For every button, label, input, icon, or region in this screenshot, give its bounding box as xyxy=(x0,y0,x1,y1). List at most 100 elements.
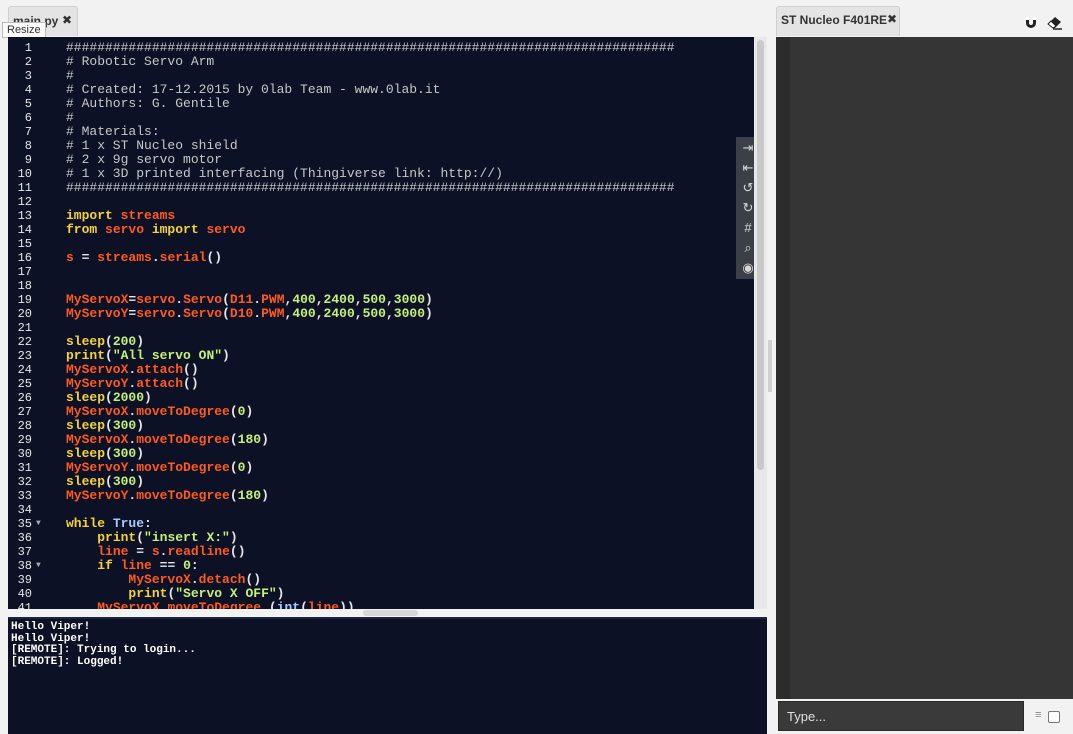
code-line[interactable]: 12 xyxy=(8,195,748,209)
code-line[interactable]: 27 MyServoX.moveToDegree(0) xyxy=(8,404,748,420)
line-number: 34 xyxy=(17,503,32,517)
scrollbar-thumb[interactable] xyxy=(363,610,418,616)
code-text: while True: xyxy=(66,517,152,531)
code-line[interactable]: 39 MyServoX.detach() xyxy=(8,572,748,588)
code-line[interactable]: 33 MyServoY.moveToDegree(180) xyxy=(8,488,748,504)
code-line[interactable]: 23 print("All servo ON") xyxy=(8,348,748,364)
code-line[interactable]: 29 MyServoX.moveToDegree(180) xyxy=(8,433,748,448)
serial-input[interactable] xyxy=(778,701,1024,731)
code-token: , xyxy=(354,292,363,307)
autoscroll-checkbox[interactable] xyxy=(1048,711,1060,723)
code-line[interactable]: 13 import streams xyxy=(8,208,748,224)
code-line[interactable]: 25 MyServoY.attach() xyxy=(8,376,748,392)
tab-device[interactable]: ST Nucleo F401RE ✖ xyxy=(776,6,900,36)
line-number: 19 xyxy=(17,293,32,307)
code-line[interactable]: 8 # 1 x ST Nucleo shield xyxy=(8,139,748,154)
line-number: 3 xyxy=(24,69,32,83)
code-line[interactable]: 26 sleep(2000) xyxy=(8,390,748,406)
code-line[interactable]: 19 MyServoX=servo.Servo(D11.PWM,400,2400,… xyxy=(8,292,748,308)
fold-arrow-icon[interactable]: ▼ xyxy=(36,559,41,573)
code-text: # Materials: xyxy=(66,125,160,139)
code-token: sleep xyxy=(66,390,106,405)
code-line[interactable]: 18 xyxy=(8,279,748,293)
code-token: streams xyxy=(120,208,176,223)
code-line[interactable]: 31 MyServoY.moveToDegree(0) xyxy=(8,460,748,476)
code-line[interactable]: 36 print("insert X:") xyxy=(8,531,748,546)
close-icon[interactable]: ✖ xyxy=(887,12,897,26)
eraser-icon[interactable] xyxy=(1047,16,1063,32)
code-line[interactable]: 11 ######################################… xyxy=(8,181,748,196)
code-token: servo xyxy=(136,306,176,321)
code-line[interactable]: 5 # Authors: G. Gentile xyxy=(8,97,748,112)
fold-arrow-icon[interactable]: ▼ xyxy=(36,517,41,531)
code-token: MyServoX xyxy=(66,362,129,377)
code-line[interactable]: 34 xyxy=(8,503,748,517)
code-token: print xyxy=(66,348,106,363)
line-number: 16 xyxy=(17,251,32,265)
code-line[interactable]: 32 sleep(300) xyxy=(8,474,748,490)
code-line[interactable]: 38 ▼ if line == 0: xyxy=(8,558,748,574)
code-token: int xyxy=(276,600,301,610)
code-line[interactable]: 2 # Robotic Servo Arm xyxy=(8,55,748,70)
close-icon[interactable]: ✖ xyxy=(62,13,72,27)
code-token: streams xyxy=(97,250,152,265)
code-line[interactable]: 40 print("Servo X OFF") xyxy=(8,587,748,602)
line-number: 40 xyxy=(17,587,32,601)
code-line[interactable]: 28 sleep(300) xyxy=(8,419,748,434)
code-token: () xyxy=(183,376,199,391)
code-token: () xyxy=(245,572,262,587)
code-token: . xyxy=(190,572,199,587)
editor-horizontal-scrollbar[interactable] xyxy=(8,609,767,617)
code-text: print("Servo X OFF") xyxy=(66,587,284,601)
code-text: # xyxy=(66,69,74,83)
code-line[interactable]: 37 line = s.readline() xyxy=(8,545,748,560)
code-token: MyServoY xyxy=(66,306,129,321)
code-line[interactable]: 14 from servo import servo xyxy=(8,223,748,238)
code-line[interactable]: 35 ▼ while True: xyxy=(8,517,748,532)
code-token: sleep xyxy=(66,334,106,349)
code-editor[interactable]: 1 #######################################… xyxy=(8,37,767,609)
editor-vertical-scrollbar[interactable] xyxy=(754,37,767,609)
code-text: MyServoX.attach() xyxy=(66,363,199,377)
code-token: MyServoY xyxy=(66,488,129,503)
code-token: # xyxy=(66,68,74,83)
code-token: "Servo X OFF" xyxy=(175,586,277,601)
code-line[interactable]: 7 # Materials: xyxy=(8,125,748,140)
serial-monitor xyxy=(790,37,1073,699)
code-line[interactable]: 9 # 2 x 9g servo motor xyxy=(8,153,748,168)
code-token: D10 xyxy=(229,306,254,321)
pane-splitter-handle[interactable] xyxy=(768,340,772,392)
code-line[interactable]: 6 # xyxy=(8,111,748,126)
code-token: # Created: 17-12.2015 by 0lab Team - www… xyxy=(66,82,441,97)
code-text: sleep(200) xyxy=(66,335,144,349)
code-token: : xyxy=(144,516,152,531)
code-line[interactable]: 20 MyServoY=servo.Servo(D10.PWM,400,2400,… xyxy=(8,306,748,322)
code-line[interactable]: 30 sleep(300) xyxy=(8,447,748,462)
code-line[interactable]: 22 sleep(200) xyxy=(8,335,748,350)
code-token: 400 xyxy=(292,292,316,307)
code-line[interactable]: 10 # 1 x 3D printed interfacing (Thingive… xyxy=(8,167,748,182)
code-line[interactable]: 41 MyServoX.moveToDegree (int(line)) xyxy=(8,600,748,610)
code-line[interactable]: 16 s = streams.serial() xyxy=(8,250,748,266)
code-token: ( xyxy=(229,460,238,475)
code-line[interactable]: 17 xyxy=(8,265,748,279)
code-token: MyServoX xyxy=(128,572,191,587)
code-token: sleep xyxy=(66,474,106,489)
code-token: 3000 xyxy=(393,292,426,307)
code-line[interactable]: 24 MyServoX.attach() xyxy=(8,363,748,378)
scrollbar-thumb[interactable] xyxy=(757,40,764,470)
code-line[interactable]: 4 # Created: 17-12.2015 by 0lab Team - ww… xyxy=(8,82,748,98)
code-line[interactable]: 1 #######################################… xyxy=(8,41,748,56)
code-token: ) xyxy=(245,404,254,419)
device-pane: ST Nucleo F401RE ✖ ≡ xyxy=(776,0,1073,734)
code-line[interactable]: 15 xyxy=(8,237,748,251)
code-token: D11 xyxy=(229,292,254,307)
magnet-icon[interactable] xyxy=(1023,16,1039,32)
code-token: 400 xyxy=(292,306,316,321)
code-line[interactable]: 21 xyxy=(8,321,748,335)
code-token: MyServoX xyxy=(97,600,160,610)
code-line[interactable]: 3 # xyxy=(8,69,748,84)
line-number: 15 xyxy=(17,237,32,251)
line-number: 38 xyxy=(17,559,32,573)
